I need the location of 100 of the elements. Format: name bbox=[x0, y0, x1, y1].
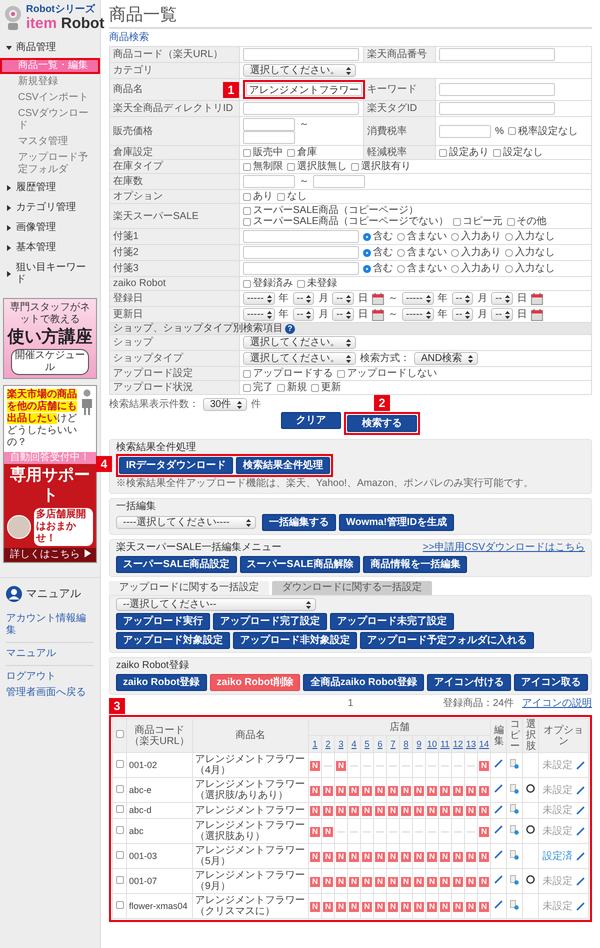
action-button[interactable]: アップロード予定フォルダに入れる bbox=[360, 632, 534, 649]
text-field[interactable]: アレンジメントフラワー bbox=[246, 83, 362, 96]
radio-button[interactable] bbox=[397, 264, 405, 272]
radio-button[interactable] bbox=[451, 232, 459, 240]
nav-item[interactable]: 画像管理 bbox=[0, 218, 100, 238]
radio-label[interactable]: 含まない bbox=[407, 263, 447, 274]
radio-button[interactable] bbox=[397, 248, 405, 256]
pencil-icon[interactable] bbox=[576, 786, 585, 794]
checkbox[interactable] bbox=[243, 370, 251, 378]
dropdown[interactable]: 選択してください。 bbox=[243, 352, 356, 365]
checkbox-label[interactable]: 登録済み bbox=[253, 278, 293, 289]
dropdown[interactable]: 選択してください。 bbox=[243, 64, 356, 77]
checkbox[interactable] bbox=[243, 384, 251, 392]
copy-icon[interactable] bbox=[510, 900, 520, 910]
checkbox[interactable] bbox=[116, 900, 124, 908]
radio-button[interactable] bbox=[505, 248, 513, 256]
radio-button[interactable] bbox=[363, 232, 371, 240]
checkbox-label[interactable]: 更新 bbox=[321, 382, 341, 393]
text-field[interactable] bbox=[243, 262, 359, 275]
tab[interactable]: ダウンロードに関する一括設定 bbox=[272, 581, 432, 595]
nav-item[interactable]: カテゴリ管理 bbox=[0, 198, 100, 218]
radio-button[interactable] bbox=[505, 232, 513, 240]
radio-label[interactable]: 含む bbox=[373, 263, 393, 274]
text-field[interactable] bbox=[243, 246, 359, 259]
checkbox[interactable] bbox=[277, 192, 285, 200]
radio-label[interactable]: 入力あり bbox=[461, 247, 501, 258]
pencil-icon[interactable] bbox=[494, 875, 504, 884]
text-field[interactable] bbox=[439, 48, 555, 61]
radio-button[interactable] bbox=[505, 264, 513, 272]
dropdown[interactable]: AND検索 bbox=[414, 352, 478, 365]
checkbox-label[interactable]: 税率設定なし bbox=[518, 126, 578, 136]
copy-icon[interactable] bbox=[510, 804, 520, 814]
action-button[interactable]: 検索結果全件処理 bbox=[236, 457, 330, 474]
checkbox[interactable] bbox=[243, 280, 251, 288]
checkbox[interactable] bbox=[287, 148, 295, 156]
course-banner[interactable]: 専門スタッフがネットで教える 使い方講座 開催スケジュール bbox=[3, 298, 97, 379]
dropdown[interactable]: 選択してください。 bbox=[243, 336, 356, 349]
radio-label[interactable]: 入力あり bbox=[461, 263, 501, 274]
radio-label[interactable]: 入力なし bbox=[515, 247, 555, 258]
dropdown[interactable]: -- bbox=[452, 308, 474, 321]
nav-subitem[interactable]: 新規登録 bbox=[0, 74, 100, 90]
help-icon[interactable]: ? bbox=[285, 324, 295, 334]
action-button[interactable]: zaiko Robot登録 bbox=[116, 674, 207, 691]
sidebar-link[interactable]: ログアウト bbox=[6, 671, 94, 683]
action-button[interactable]: アイコン付ける bbox=[427, 674, 512, 691]
sidebar-link[interactable]: 管理者画面へ戻る bbox=[6, 687, 94, 699]
checkbox-label[interactable]: 未登録 bbox=[307, 278, 337, 289]
radio-label[interactable]: 含まない bbox=[407, 247, 447, 258]
text-field[interactable] bbox=[243, 48, 359, 61]
checkbox[interactable] bbox=[116, 826, 124, 834]
text-field[interactable] bbox=[243, 118, 295, 131]
checkbox-label[interactable]: アップロードする bbox=[253, 368, 333, 379]
pencil-icon[interactable] bbox=[576, 806, 585, 815]
text-field[interactable] bbox=[439, 124, 491, 138]
dropdown[interactable]: -- bbox=[452, 292, 474, 305]
dropdown[interactable]: ----- bbox=[402, 292, 434, 305]
checkbox[interactable] bbox=[506, 218, 515, 226]
checkbox[interactable] bbox=[297, 280, 305, 288]
csv-download-link[interactable]: >>申請用CSVダウンロードはこちら bbox=[422, 542, 585, 554]
checkbox[interactable] bbox=[116, 876, 124, 884]
checkbox[interactable] bbox=[243, 206, 251, 214]
checkbox-label[interactable]: 選択肢有り bbox=[361, 161, 411, 172]
pencil-icon[interactable] bbox=[494, 804, 504, 814]
nav-subitem[interactable]: アップロード予定フォルダ bbox=[0, 150, 100, 178]
checkbox[interactable] bbox=[351, 162, 359, 170]
pencil-icon[interactable] bbox=[494, 759, 504, 768]
checkbox[interactable] bbox=[243, 148, 251, 156]
action-button[interactable]: Wowma!管理IDを生成 bbox=[339, 514, 454, 531]
schedule-button[interactable]: 開催スケジュール bbox=[11, 349, 89, 375]
action-button[interactable]: アップロード対象設定 bbox=[116, 632, 230, 649]
copy-icon[interactable] bbox=[510, 758, 520, 768]
support-banner[interactable]: 楽天市場の商品を他の店舗にも出品したいけどどうしたらいいの？ 自動回答受付中！ 専用サポート 多店舗展開はおまかせ！ 詳しくはこちら ▶ bbox=[3, 385, 97, 563]
action-button[interactable]: 商品情報を一括編集 bbox=[363, 556, 468, 573]
checkbox-label[interactable]: 選択肢無し bbox=[297, 161, 347, 172]
copy-icon[interactable] bbox=[510, 784, 520, 794]
checkbox-label[interactable]: 新規 bbox=[287, 382, 307, 393]
checkbox[interactable] bbox=[452, 218, 461, 226]
checkbox[interactable] bbox=[243, 192, 251, 200]
pencil-icon[interactable] bbox=[576, 876, 585, 886]
nav-item[interactable]: 商品管理 bbox=[0, 38, 100, 58]
pencil-icon[interactable] bbox=[576, 852, 585, 860]
dropdown[interactable]: -- bbox=[332, 308, 354, 321]
action-button[interactable]: IRデータダウンロード bbox=[119, 457, 233, 474]
checkbox-label[interactable]: 完了 bbox=[253, 382, 273, 393]
checkbox[interactable] bbox=[243, 162, 251, 170]
checkbox-label[interactable]: コピー元 bbox=[462, 216, 503, 227]
radio-label[interactable]: 入力なし bbox=[515, 231, 555, 242]
nav-item[interactable]: 基本管理 bbox=[0, 238, 100, 258]
pencil-icon[interactable] bbox=[494, 900, 504, 909]
checkbox[interactable] bbox=[508, 127, 516, 135]
tab[interactable]: アップロードに関する一括設定 bbox=[109, 581, 269, 595]
radio-label[interactable]: 入力なし bbox=[515, 263, 555, 274]
checkbox-label[interactable]: 設定なし bbox=[503, 147, 543, 158]
text-field[interactable] bbox=[439, 83, 555, 96]
dropdown[interactable]: ----- bbox=[402, 308, 434, 321]
nav-item[interactable]: 狙い目キーワード bbox=[0, 258, 100, 290]
action-button[interactable]: スーパーSALE商品設定 bbox=[116, 556, 237, 573]
checkbox-label[interactable]: 倉庫 bbox=[297, 147, 317, 158]
action-button[interactable]: アップロード非対象設定 bbox=[233, 632, 357, 649]
checkbox-label[interactable]: アップロードしない bbox=[347, 368, 437, 379]
